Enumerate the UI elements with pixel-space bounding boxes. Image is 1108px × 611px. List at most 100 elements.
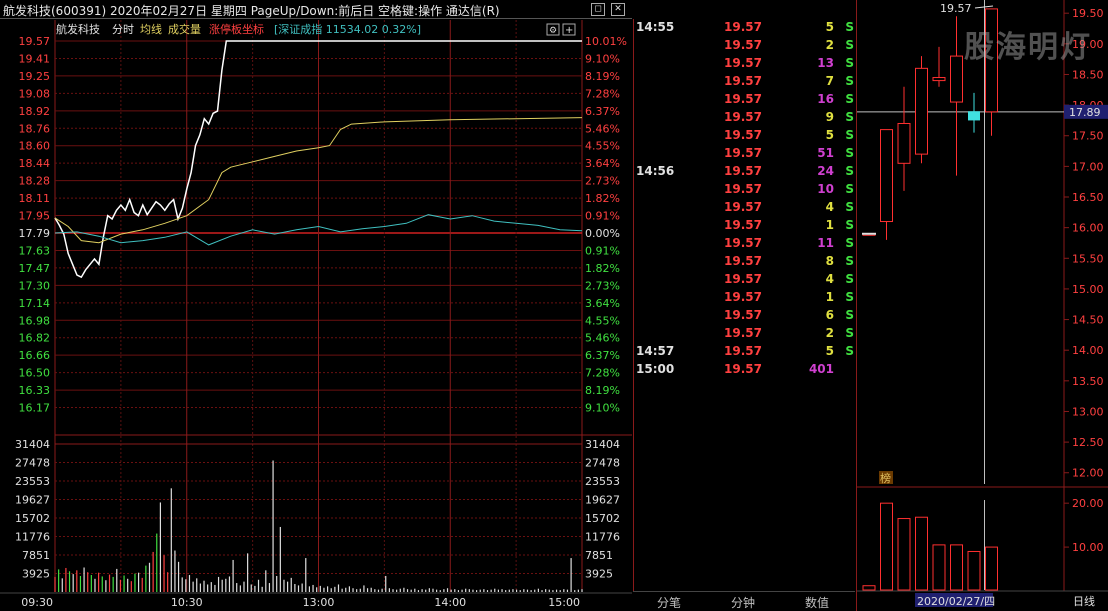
tick-price: 19.57 <box>724 146 762 160</box>
price-tick-label: 19.57 <box>19 35 51 48</box>
candle-body <box>968 111 980 121</box>
tick-price: 19.57 <box>724 74 762 88</box>
watermark: 股海明灯 <box>964 30 1092 65</box>
tick-row: 19.57 8 S <box>634 254 856 272</box>
price-tick-label: 16.98 <box>19 314 51 327</box>
tick-row: 19.57 5 S <box>634 128 856 146</box>
intraday-chart[interactable]: 19.57 10.01% 19.41 9.10% 19.25 8.19% 19.08 7.28… <box>0 0 633 611</box>
daily-volume-bar <box>880 502 893 591</box>
tick-volume: 5 <box>825 344 834 358</box>
tick-volume: 401 <box>808 362 834 376</box>
tick-price: 19.57 <box>724 182 762 196</box>
price-tick-label: 16.17 <box>19 402 51 415</box>
percent-tick-label: 7.28% <box>585 367 620 380</box>
tick-time: 15:00 <box>636 362 675 376</box>
tick-detail-panel[interactable]: 14:55 19.57 5 S 19.57 2 S 19.57 13 S 19.57 7 S 19.57 1… <box>633 19 855 591</box>
tick-flag: S <box>845 56 854 70</box>
volume-tick-label: 31404 <box>15 438 50 451</box>
settings-icon[interactable]: ⚙ <box>549 26 557 36</box>
volume-tick-label-right: 3925 <box>585 568 613 581</box>
daily-price-label: 14.50 <box>1072 314 1104 327</box>
price-tick-label: 19.41 <box>19 52 51 65</box>
percent-tick-label: 5.46% <box>585 332 620 345</box>
percent-tick-label: 10.01% <box>585 35 627 48</box>
volume-tick-label: 15702 <box>15 512 50 525</box>
daily-chart[interactable]: 19.5019.0018.5018.0017.5017.0016.5016.00… <box>857 0 1108 611</box>
tick-price: 19.57 <box>724 326 762 340</box>
daily-price-label: 14.00 <box>1072 344 1104 357</box>
tick-flag: S <box>845 146 854 160</box>
volume-tick-label-right: 19627 <box>585 494 620 507</box>
tick-row: 19.57 2 S <box>634 326 856 344</box>
daily-price-label: 12.00 <box>1072 467 1104 480</box>
percent-tick-label: 8.19% <box>585 384 620 397</box>
price-tick-label: 16.50 <box>19 367 51 380</box>
tick-price: 19.57 <box>724 290 762 304</box>
tick-flag: S <box>845 200 854 214</box>
daily-volume-bar <box>950 544 963 591</box>
tick-flag: S <box>845 236 854 250</box>
tick-volume: 16 <box>817 92 834 106</box>
daily-volume-bar <box>932 544 946 591</box>
percent-tick-label: 2.73% <box>585 175 620 188</box>
tick-row: 14:57 19.57 5 S <box>634 344 856 362</box>
price-tick-label: 18.11 <box>19 192 51 205</box>
tick-price: 19.57 <box>724 344 762 358</box>
tick-price: 19.57 <box>724 200 762 214</box>
tick-row: 14:55 19.57 5 S <box>634 20 856 38</box>
price-tick-label: 17.79 <box>19 227 51 240</box>
daily-vol-label: 10.00 <box>1072 541 1104 554</box>
tick-flag: S <box>845 164 854 178</box>
add-icon[interactable]: + <box>565 25 573 36</box>
tick-flag: S <box>845 128 854 142</box>
tick-price: 19.57 <box>724 38 762 52</box>
tick-volume: 5 <box>825 20 834 34</box>
tick-flag: S <box>845 110 854 124</box>
time-tick-label: 15:00 <box>548 596 580 609</box>
volume-label: 成交量 <box>168 22 201 36</box>
percent-tick-label: 0.91% <box>585 210 620 223</box>
daily-price-label: 13.00 <box>1072 405 1104 418</box>
date-label: 2020/02/27/四 <box>917 595 995 608</box>
time-tick-label: 10:30 <box>171 596 203 609</box>
tick-price: 19.57 <box>724 362 762 376</box>
price-tick-label: 17.14 <box>19 297 51 310</box>
volume-tick-label: 11776 <box>15 531 50 544</box>
tick-volume: 2 <box>825 326 834 340</box>
stock-name: 航发科技 <box>56 22 100 36</box>
daily-kline-panel[interactable]: 19.5019.0018.5018.0017.5017.0016.5016.00… <box>856 0 1108 611</box>
time-tick-label: 14:00 <box>434 596 466 609</box>
tick-flag: S <box>845 308 854 322</box>
volume-tick-label: 7851 <box>22 549 50 562</box>
tick-row: 15:00 19.57 401 <box>634 362 856 380</box>
tick-volume: 4 <box>825 272 834 286</box>
candle-body <box>880 129 893 223</box>
percent-tick-label: 4.55% <box>585 314 620 327</box>
high-price-label: 19.57 <box>940 2 972 15</box>
tick-flag: S <box>845 254 854 268</box>
percent-tick-label: 4.55% <box>585 140 620 153</box>
time-tick-label: 09:30 <box>21 596 53 609</box>
tick-flag: S <box>845 218 854 232</box>
tick-price: 19.57 <box>724 164 762 178</box>
tick-row: 19.57 51 S <box>634 146 856 164</box>
candle-body <box>932 77 946 82</box>
daily-price-label: 13.50 <box>1072 375 1104 388</box>
tick-flag: S <box>845 272 854 286</box>
tick-price: 19.57 <box>724 92 762 106</box>
tick-row: 19.57 2 S <box>634 38 856 56</box>
tab-ticks[interactable]: 分笔 <box>657 594 681 611</box>
tick-row: 19.57 10 S <box>634 182 856 200</box>
daily-volume-bar <box>967 550 981 591</box>
tab-minutes[interactable]: 分钟 <box>731 594 755 611</box>
percent-tick-label: 9.10% <box>585 52 620 65</box>
price-tick-label: 17.30 <box>19 279 51 292</box>
limit-axis-toggle[interactable]: 涨停板坐标 <box>209 22 264 36</box>
price-tick-label: 17.95 <box>19 210 51 223</box>
tick-price: 19.57 <box>724 254 762 268</box>
tick-flag: S <box>845 290 854 304</box>
tick-flag: S <box>845 326 854 340</box>
daily-price-label: 19.50 <box>1072 7 1104 20</box>
tick-row: 14:56 19.57 24 S <box>634 164 856 182</box>
tab-values[interactable]: 数值 <box>805 594 829 611</box>
